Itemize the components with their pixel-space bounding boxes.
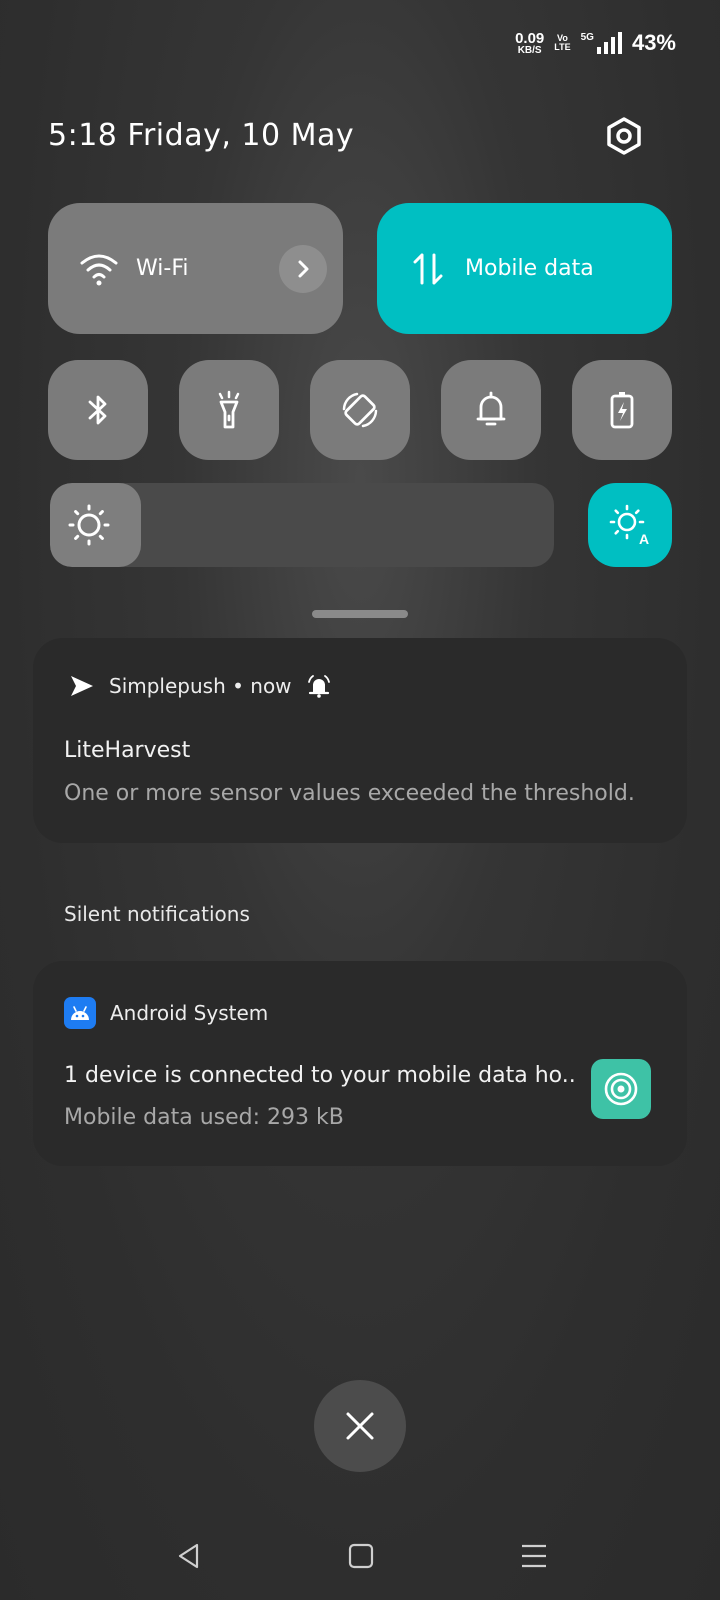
- menu-lines-icon: [522, 1544, 546, 1568]
- bluetooth-icon: [88, 395, 107, 425]
- brightness-slider[interactable]: [50, 483, 554, 567]
- notification-text: Mobile data used: 293 kB: [64, 1105, 344, 1130]
- hotspot-button[interactable]: [591, 1059, 651, 1119]
- nav-home-button[interactable]: [339, 1534, 383, 1578]
- network-speed-unit: KB/S: [517, 44, 542, 56]
- mobile-data-icon: [407, 248, 449, 290]
- date-time: 5:18 Friday, 10 May: [48, 118, 355, 153]
- volte-indicator: Vo LTE: [554, 34, 570, 52]
- gear-icon: [607, 117, 641, 155]
- notification-app: Android System: [110, 1001, 269, 1025]
- notification-card[interactable]: Android System 1 device is connected to …: [33, 961, 687, 1166]
- mobile-data-label: Mobile data: [465, 256, 594, 281]
- wifi-label: Wi-Fi: [136, 256, 189, 281]
- auto-rotate-tile[interactable]: [310, 360, 410, 460]
- auto-brightness-button[interactable]: A: [588, 483, 672, 567]
- alert-bell-icon: [307, 675, 330, 698]
- notification-header: Android System: [64, 997, 268, 1029]
- nav-recents-button[interactable]: [512, 1534, 556, 1578]
- mobile-data-tile[interactable]: Mobile data: [377, 203, 672, 334]
- svg-text:A: A: [639, 531, 649, 547]
- flashlight-icon: [218, 390, 240, 429]
- notification-title: 1 device is connected to your mobile dat…: [64, 1063, 576, 1088]
- bell-icon: [476, 391, 506, 426]
- flashlight-tile[interactable]: [179, 360, 279, 460]
- bluetooth-tile[interactable]: [48, 360, 148, 460]
- notification-text: One or more sensor values exceeded the t…: [64, 781, 635, 806]
- chevron-right-icon: [298, 260, 309, 278]
- wifi-icon: [78, 248, 120, 290]
- hotspot-icon: [604, 1072, 638, 1106]
- home-square-icon: [348, 1543, 374, 1569]
- battery-saver-tile[interactable]: [572, 360, 672, 460]
- settings-button[interactable]: [602, 114, 646, 158]
- network-speed: 0.09 KB/S: [515, 31, 544, 56]
- auto-brightness-icon: A: [609, 504, 649, 547]
- nav-back-button[interactable]: [167, 1534, 211, 1578]
- close-icon: [346, 1412, 374, 1440]
- notification-card[interactable]: Simplepush • now LiteHarvest One or more…: [33, 638, 687, 843]
- network-speed-value: 0.09: [515, 29, 545, 47]
- network-type: 5G: [580, 32, 594, 43]
- drag-handle[interactable]: [312, 610, 408, 618]
- back-triangle-icon: [178, 1543, 199, 1569]
- status-bar: 0.09 KB/S Vo LTE 5G 43%: [515, 28, 676, 58]
- battery-percentage: 43%: [631, 30, 676, 55]
- signal-icon: 5G: [581, 32, 622, 54]
- brightness-icon: [68, 504, 110, 546]
- notification-title: LiteHarvest: [64, 738, 191, 763]
- notification-app-time: Simplepush • now: [109, 674, 292, 698]
- silent-notifications-label: Silent notifications: [64, 902, 250, 926]
- wifi-tile[interactable]: Wi-Fi: [48, 203, 343, 334]
- battery-saver-icon: [610, 392, 634, 429]
- volte-bottom: LTE: [554, 42, 571, 52]
- android-icon: [64, 997, 96, 1029]
- sound-tile[interactable]: [441, 360, 541, 460]
- wifi-details-button[interactable]: [279, 245, 327, 293]
- notification-header: Simplepush • now: [69, 674, 332, 698]
- auto-rotate-icon: [342, 392, 378, 428]
- send-icon: [71, 676, 93, 696]
- clear-all-button[interactable]: [314, 1380, 406, 1472]
